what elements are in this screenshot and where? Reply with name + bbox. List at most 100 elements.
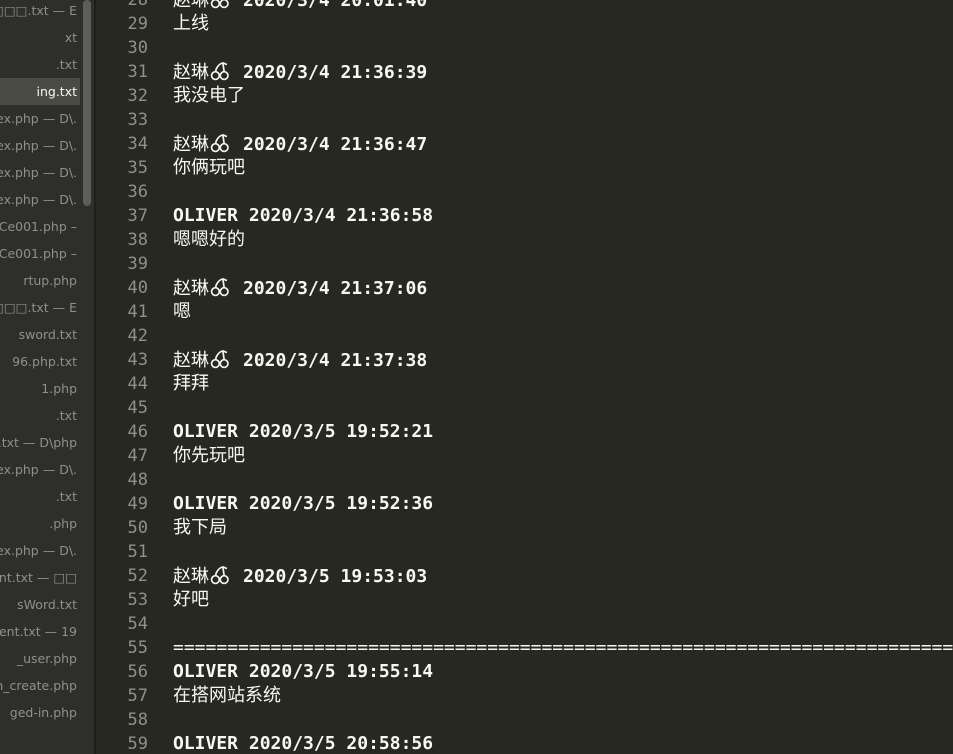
line-number: 42 xyxy=(127,326,148,346)
editor-line[interactable]: 37 OLIVER 2020/3/4 21:36:58 xyxy=(96,204,953,228)
line-number: 35 xyxy=(127,158,148,178)
sidebar-file-item[interactable]: sword.txt xyxy=(0,321,80,348)
line-number: 32 xyxy=(127,86,148,106)
editor-line[interactable]: 29 上线 xyxy=(96,12,953,36)
editor-line[interactable]: 30 xyxy=(96,36,953,60)
sidebar-file-label: ex.php — D\. xyxy=(0,111,77,126)
sidebar-file-label: .php xyxy=(49,516,77,531)
sidebar-file-label: Ce001.php – xyxy=(0,219,77,234)
editor-line[interactable]: 42 xyxy=(96,324,953,348)
sidebar-file-label: .txt — D\php xyxy=(0,435,77,450)
message-timestamp: 2020/3/4 21:36:39 xyxy=(243,62,428,83)
sidebar-file-item[interactable]: .txt xyxy=(0,51,80,78)
sidebar-file-item[interactable]: .php xyxy=(0,510,80,537)
editor-line[interactable]: 44 拜拜 xyxy=(96,372,953,396)
editor-line[interactable]: 33 xyxy=(96,108,953,132)
editor-line[interactable]: 49 OLIVER 2020/3/5 19:52:36 xyxy=(96,492,953,516)
sender-name: 赵琳 xyxy=(173,62,209,83)
line-number: 33 xyxy=(127,110,148,130)
editor-line[interactable]: 28 赵琳 2020/3/4 20:01:40 xyxy=(96,0,953,12)
sidebar-file-item[interactable]: ing.txt xyxy=(0,78,80,105)
editor-line[interactable]: 39 xyxy=(96,252,953,276)
editor-line[interactable]: 41 嗯 xyxy=(96,300,953,324)
editor-line[interactable]: 46 OLIVER 2020/3/5 19:52:21 xyxy=(96,420,953,444)
editor-line[interactable]: 54 xyxy=(96,612,953,636)
editor-line[interactable]: 47 你先玩吧 xyxy=(96,444,953,468)
sidebar-file-item[interactable]: ex.php — D\. xyxy=(0,132,80,159)
editor-line[interactable]: 56 OLIVER 2020/3/5 19:55:14 xyxy=(96,660,953,684)
sidebar-file-item[interactable]: Ce001.php – xyxy=(0,240,80,267)
sidebar-file-item[interactable]: ex.php — D\. xyxy=(0,159,80,186)
editor-line[interactable]: 53 好吧 xyxy=(96,588,953,612)
line-number: 30 xyxy=(127,38,148,58)
editor-line[interactable]: 59 OLIVER 2020/3/5 20:58:56 xyxy=(96,732,953,754)
sidebar-file-item[interactable]: Ce001.php – xyxy=(0,213,80,240)
line-number: 36 xyxy=(127,182,148,202)
line-number: 58 xyxy=(127,710,148,730)
line-number: 44 xyxy=(127,374,148,394)
line-number: 29 xyxy=(127,14,148,34)
sidebar-file-item[interactable]: ex.php — D\. xyxy=(0,105,80,132)
sidebar-file-label: ing.txt xyxy=(36,84,77,99)
sidebar-file-item[interactable]: .txt xyxy=(0,483,80,510)
line-number: 55 xyxy=(127,638,148,658)
editor-line[interactable]: 32 我没电了 xyxy=(96,84,953,108)
text-editor[interactable]: 28 赵琳 2020/3/4 20:01:40 29 上线 30 31 赵琳 2020/3/4 … xyxy=(96,0,953,754)
chat-message: 嗯 xyxy=(173,301,191,322)
cherry-icon xyxy=(209,348,231,370)
sidebar-file-label: .txt xyxy=(55,408,77,423)
sidebar-file-item[interactable]: 96.php.txt xyxy=(0,348,80,375)
sidebar-file-item[interactable]: ex.php — D\. xyxy=(0,186,80,213)
sidebar-file-item[interactable]: 1.php xyxy=(0,375,80,402)
chat-header: 赵琳 2020/3/5 19:53:03 xyxy=(173,564,427,589)
sidebar-file-item[interactable]: rtup.php xyxy=(0,267,80,294)
chat-header: OLIVER 2020/3/5 19:52:36 xyxy=(173,493,434,514)
editor-line[interactable]: 34 赵琳 2020/3/4 21:36:47 xyxy=(96,132,953,156)
sidebar-file-label: .txt xyxy=(55,57,77,72)
sidebar-file-label: sword.txt xyxy=(18,327,77,342)
line-number: 49 xyxy=(127,494,148,514)
sidebar-file-item[interactable]: dent.txt — □□ xyxy=(0,564,80,591)
editor-line[interactable]: 38 嗯嗯好的 xyxy=(96,228,953,252)
sender-name: 赵琳 xyxy=(173,278,209,299)
sidebar-file-item[interactable]: ged-in.php xyxy=(0,699,80,726)
editor-line[interactable]: 43 赵琳 2020/3/4 21:37:38 xyxy=(96,348,953,372)
sidebar-file-item[interactable]: ex.php — D\. xyxy=(0,537,80,564)
sidebar-file-item[interactable]: .txt — D\php xyxy=(0,429,80,456)
sidebar-file-item[interactable] xyxy=(0,726,80,753)
chat-message: 你先玩吧 xyxy=(173,445,245,466)
editor-line[interactable]: 40 赵琳 2020/3/4 21:37:06 xyxy=(96,276,953,300)
sidebar-file-item[interactable]: sWord.txt xyxy=(0,591,80,618)
sidebar-file-item[interactable]: □□□□.txt — E xyxy=(0,294,80,321)
editor-line[interactable]: 31 赵琳 2020/3/4 21:36:39 xyxy=(96,60,953,84)
sidebar-file-item[interactable]: dent.txt — 19 xyxy=(0,618,80,645)
chat-message: 我没电了 xyxy=(173,85,245,106)
editor-line[interactable]: 58 xyxy=(96,708,953,732)
sidebar-file-item[interactable]: .txt xyxy=(0,402,80,429)
sender-name: 赵琳 xyxy=(173,350,209,371)
message-timestamp: 2020/3/5 19:53:03 xyxy=(243,566,428,587)
editor-line[interactable]: 36 xyxy=(96,180,953,204)
sidebar-file-item[interactable]: _user.php xyxy=(0,645,80,672)
sidebar-file-item[interactable]: ex.php — D\. xyxy=(0,456,80,483)
editor-line[interactable]: 55 ======================================… xyxy=(96,636,953,660)
sidebar-file-item[interactable]: xt xyxy=(0,24,80,51)
line-number: 57 xyxy=(127,686,148,706)
sidebar-scrollbar-thumb[interactable] xyxy=(83,0,91,206)
editor-line[interactable]: 45 xyxy=(96,396,953,420)
sidebar-file-label: □□□□.txt — E xyxy=(0,300,77,315)
editor-line[interactable]: 57 在搭网站系统 xyxy=(96,684,953,708)
line-number: 28 xyxy=(127,0,148,10)
chat-header: 赵琳 2020/3/4 21:36:39 xyxy=(173,60,427,85)
sidebar-file-label: 1.php xyxy=(41,381,77,396)
editor-line[interactable]: 51 xyxy=(96,540,953,564)
editor-line[interactable]: 35 你俩玩吧 xyxy=(96,156,953,180)
editor-line[interactable]: 50 我下局 xyxy=(96,516,953,540)
sidebar-file-item[interactable]: n_create.php xyxy=(0,672,80,699)
editor-line[interactable]: 52 赵琳 2020/3/5 19:53:03 xyxy=(96,564,953,588)
chat-header: 赵琳 2020/3/4 21:37:38 xyxy=(173,348,427,373)
line-number: 51 xyxy=(127,542,148,562)
sidebar-file-item[interactable]: □□□□.txt — E xyxy=(0,0,80,24)
line-number: 45 xyxy=(127,398,148,418)
editor-line[interactable]: 48 xyxy=(96,468,953,492)
